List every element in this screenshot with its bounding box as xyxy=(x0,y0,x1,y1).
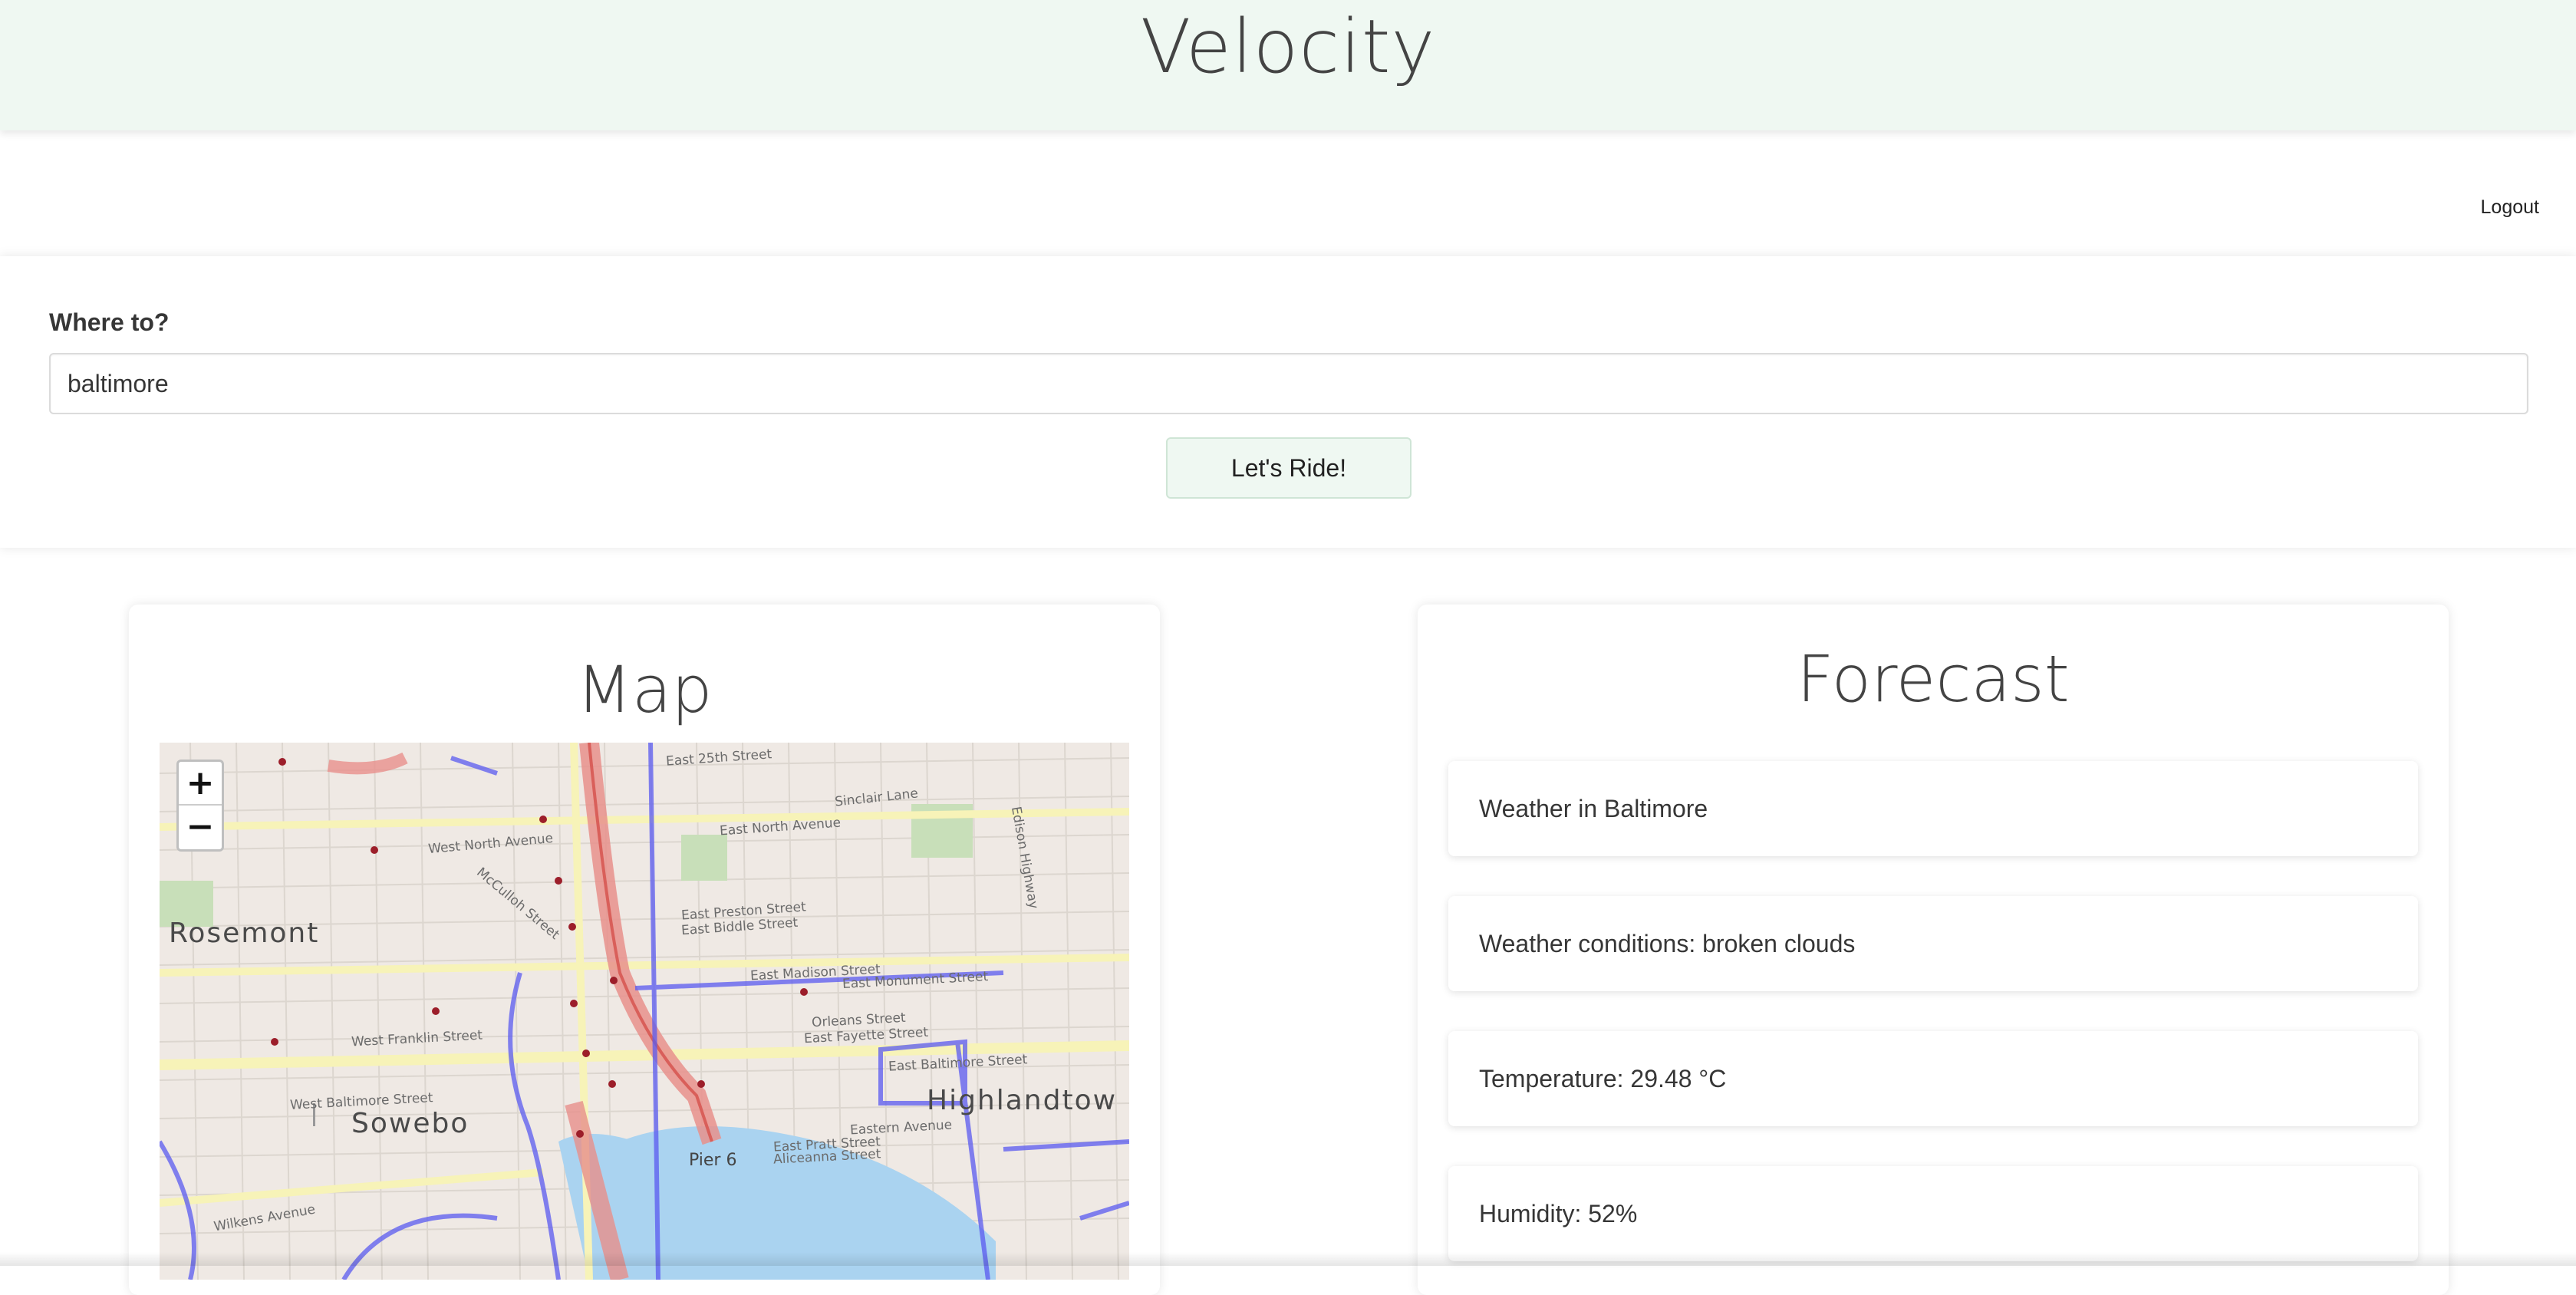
map-view[interactable]: Rosemont Sowebo Highlandtow Pier 6 East … xyxy=(160,743,1129,1280)
destination-input[interactable] xyxy=(49,353,2528,414)
map-tiles[interactable] xyxy=(160,743,1129,1280)
brand-title: Velocity xyxy=(1140,4,1436,90)
map-card: Map Rosemont Sowebo Highlandtow Pier 6 E… xyxy=(129,605,1160,1295)
map-zoom-control: + − xyxy=(176,760,224,852)
forecast-temperature: Temperature: 29.48 °C xyxy=(1448,1031,2418,1126)
forecast-conditions: Weather conditions: broken clouds xyxy=(1448,896,2418,991)
logout-link[interactable]: Logout xyxy=(2481,196,2539,219)
lets-ride-button[interactable]: Let's Ride! xyxy=(1166,437,1412,499)
page-bottom-shadow xyxy=(0,1252,2576,1266)
map-label-sowebo: Sowebo xyxy=(351,1108,469,1139)
forecast-location: Weather in Baltimore xyxy=(1448,761,2418,856)
destination-label: Where to? xyxy=(49,308,170,336)
map-label-rosemont: Rosemont xyxy=(169,918,320,949)
map-label-pier6: Pier 6 xyxy=(689,1151,737,1170)
forecast-title: Forecast xyxy=(1797,641,2070,717)
zoom-in-button[interactable]: + xyxy=(179,762,222,806)
zoom-out-button[interactable]: − xyxy=(179,806,222,849)
map-title: Map xyxy=(576,652,713,727)
map-label-highlandtown: Highlandtow xyxy=(927,1085,1118,1116)
destination-search-card: Where to? Let's Ride! xyxy=(0,256,2576,548)
forecast-card: Forecast Weather in Baltimore Weather co… xyxy=(1418,605,2449,1295)
forecast-humidity: Humidity: 52% xyxy=(1448,1166,2418,1261)
app-header: Velocity xyxy=(0,0,2576,130)
